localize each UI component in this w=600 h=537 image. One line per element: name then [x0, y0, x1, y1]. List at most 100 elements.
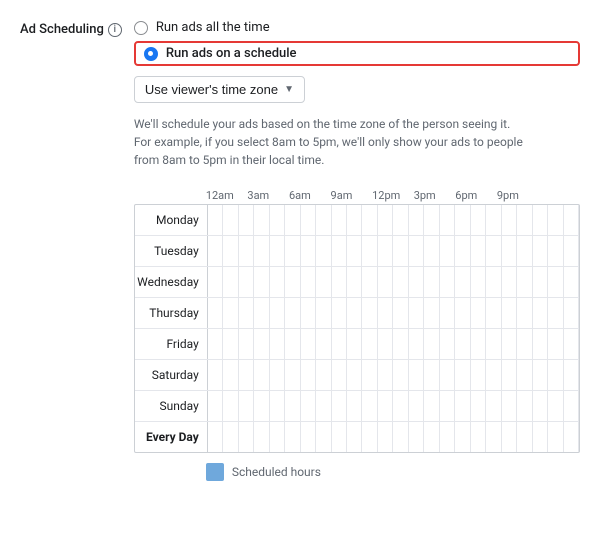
- cell[interactable]: [409, 391, 424, 421]
- cell[interactable]: [347, 267, 362, 297]
- cell[interactable]: [440, 360, 455, 390]
- cell[interactable]: [440, 267, 455, 297]
- cell[interactable]: [486, 422, 501, 452]
- cell[interactable]: [316, 236, 331, 266]
- cell[interactable]: [424, 298, 439, 328]
- cell[interactable]: [378, 422, 393, 452]
- cell[interactable]: [223, 267, 238, 297]
- cell[interactable]: [254, 267, 269, 297]
- cell[interactable]: [239, 267, 254, 297]
- radio-schedule-input[interactable]: [144, 47, 158, 61]
- cell[interactable]: [254, 422, 269, 452]
- cells-every-day[interactable]: [207, 422, 579, 452]
- cell[interactable]: [223, 360, 238, 390]
- cell[interactable]: [548, 205, 563, 235]
- cell[interactable]: [254, 205, 269, 235]
- cell[interactable]: [393, 236, 408, 266]
- cell[interactable]: [332, 205, 347, 235]
- cell[interactable]: [440, 422, 455, 452]
- cell[interactable]: [548, 422, 563, 452]
- cell[interactable]: [502, 267, 517, 297]
- cell[interactable]: [208, 267, 223, 297]
- cell[interactable]: [254, 391, 269, 421]
- cell[interactable]: [362, 360, 377, 390]
- cells-monday[interactable]: [207, 205, 579, 235]
- cell[interactable]: [409, 267, 424, 297]
- cell[interactable]: [208, 298, 223, 328]
- cell[interactable]: [564, 422, 579, 452]
- cell[interactable]: [440, 205, 455, 235]
- cell[interactable]: [424, 360, 439, 390]
- cell[interactable]: [332, 236, 347, 266]
- cell[interactable]: [347, 236, 362, 266]
- cell[interactable]: [316, 267, 331, 297]
- cell[interactable]: [378, 236, 393, 266]
- cell[interactable]: [564, 205, 579, 235]
- cell[interactable]: [378, 205, 393, 235]
- cell[interactable]: [409, 422, 424, 452]
- cell[interactable]: [270, 267, 285, 297]
- cell[interactable]: [378, 267, 393, 297]
- cell[interactable]: [301, 236, 316, 266]
- cell[interactable]: [254, 329, 269, 359]
- cell[interactable]: [223, 329, 238, 359]
- cell[interactable]: [347, 391, 362, 421]
- cell[interactable]: [486, 298, 501, 328]
- cell[interactable]: [409, 205, 424, 235]
- radio-all-time[interactable]: Run ads all the time: [134, 20, 580, 35]
- cell[interactable]: [424, 236, 439, 266]
- cell[interactable]: [347, 205, 362, 235]
- cell[interactable]: [533, 422, 548, 452]
- cell[interactable]: [239, 236, 254, 266]
- cell[interactable]: [502, 391, 517, 421]
- cell[interactable]: [208, 329, 223, 359]
- info-icon[interactable]: i: [108, 23, 122, 37]
- cell[interactable]: [285, 422, 300, 452]
- cell[interactable]: [440, 236, 455, 266]
- cell[interactable]: [548, 391, 563, 421]
- cell[interactable]: [533, 267, 548, 297]
- cell[interactable]: [301, 360, 316, 390]
- cell[interactable]: [393, 391, 408, 421]
- cell[interactable]: [239, 391, 254, 421]
- cell[interactable]: [347, 360, 362, 390]
- cell[interactable]: [471, 236, 486, 266]
- cell[interactable]: [424, 391, 439, 421]
- cell[interactable]: [254, 360, 269, 390]
- cell[interactable]: [486, 329, 501, 359]
- cell[interactable]: [440, 391, 455, 421]
- cell[interactable]: [564, 298, 579, 328]
- cell[interactable]: [564, 360, 579, 390]
- cell[interactable]: [239, 329, 254, 359]
- cell[interactable]: [270, 360, 285, 390]
- cell[interactable]: [548, 267, 563, 297]
- cell[interactable]: [564, 329, 579, 359]
- cell[interactable]: [270, 391, 285, 421]
- cell[interactable]: [223, 422, 238, 452]
- cell[interactable]: [564, 391, 579, 421]
- cell[interactable]: [393, 205, 408, 235]
- cell[interactable]: [471, 205, 486, 235]
- cell[interactable]: [316, 298, 331, 328]
- cell[interactable]: [533, 298, 548, 328]
- cell[interactable]: [533, 391, 548, 421]
- cell[interactable]: [471, 329, 486, 359]
- cell[interactable]: [486, 205, 501, 235]
- cell[interactable]: [285, 360, 300, 390]
- cell[interactable]: [455, 298, 470, 328]
- cell[interactable]: [548, 360, 563, 390]
- cell[interactable]: [362, 298, 377, 328]
- cell[interactable]: [455, 236, 470, 266]
- cell[interactable]: [533, 236, 548, 266]
- cell[interactable]: [486, 267, 501, 297]
- cell[interactable]: [409, 298, 424, 328]
- cell[interactable]: [502, 236, 517, 266]
- cell[interactable]: [347, 422, 362, 452]
- cell[interactable]: [254, 298, 269, 328]
- cell[interactable]: [301, 329, 316, 359]
- cell[interactable]: [409, 360, 424, 390]
- cell[interactable]: [393, 360, 408, 390]
- cell[interactable]: [316, 391, 331, 421]
- cell[interactable]: [455, 391, 470, 421]
- cell[interactable]: [362, 329, 377, 359]
